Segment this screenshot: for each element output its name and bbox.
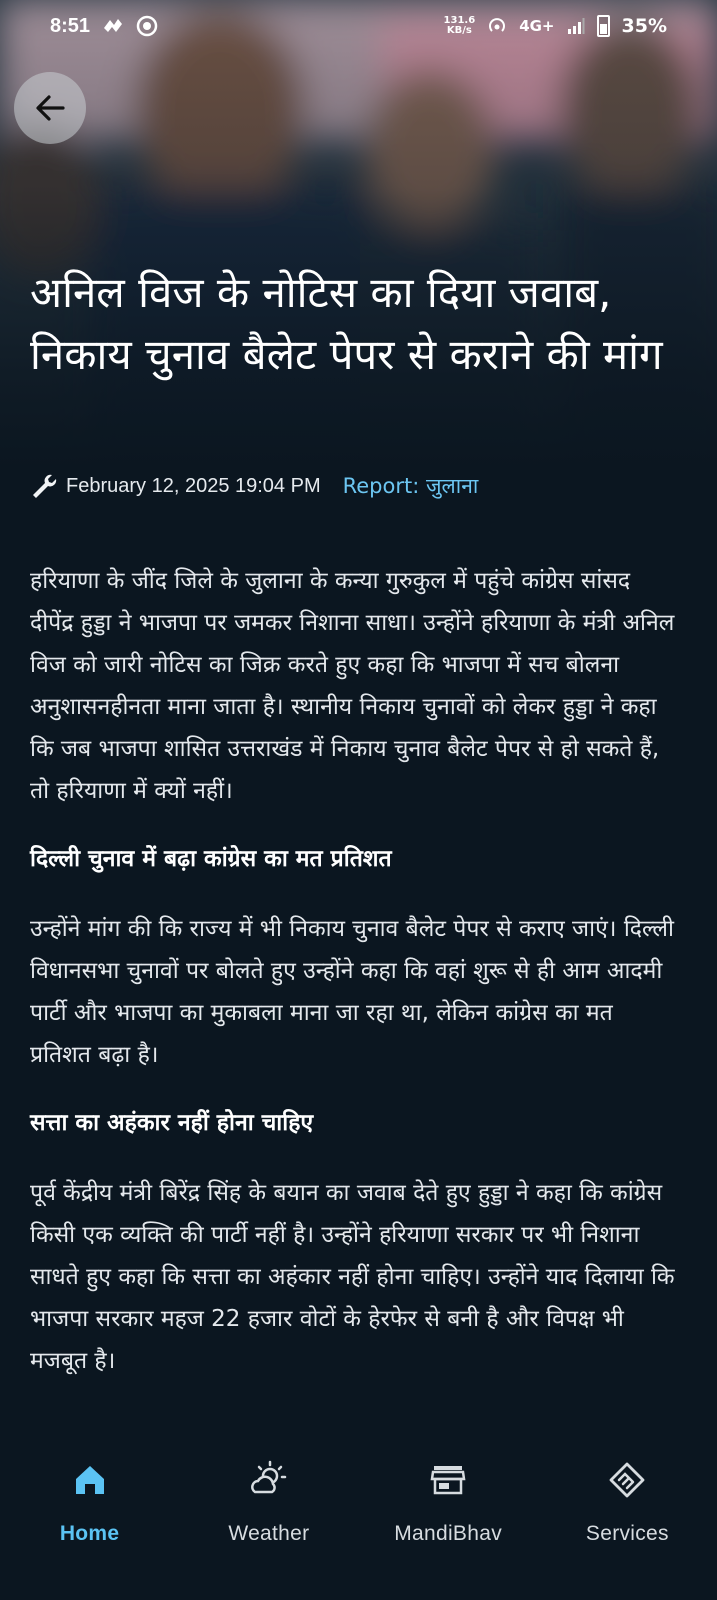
article-paragraph: पूर्व केंद्रीय मंत्री बिरेंद्र सिंह के ब… xyxy=(30,1180,675,1374)
report-location-link[interactable]: Report: जुलाना xyxy=(343,472,479,500)
battery-icon xyxy=(596,15,610,37)
store-icon xyxy=(430,1466,466,1495)
nav-weather[interactable]: Weather xyxy=(184,1458,354,1600)
status-bar: 8:51 131.6 KB/s 4G+ 35% xyxy=(0,0,717,52)
battery-percent: 35% xyxy=(621,15,667,37)
article-body: हरियाणा के जींद जिले के जुलाना के कन्या … xyxy=(30,560,680,1412)
nav-home[interactable]: Home xyxy=(5,1458,175,1600)
nav-mandibhav[interactable]: MandiBhav xyxy=(363,1458,533,1600)
arrow-left-icon xyxy=(36,95,65,121)
weather-icon xyxy=(250,1460,287,1494)
hotspot-icon xyxy=(489,18,506,32)
article-date: February 12, 2025 19:04 PM xyxy=(66,474,321,497)
article-paragraph: हरियाणा के जींद जिले के जुलाना के कन्या … xyxy=(30,568,675,804)
data-speed: 131.6 KB/s xyxy=(443,15,476,36)
chat-bubble-icon xyxy=(136,15,158,37)
article-subheading: दिल्ली चुनाव में बढ़ा कांग्रेस का मत प्र… xyxy=(30,846,392,872)
back-button[interactable] xyxy=(14,72,86,144)
article-meta: February 12, 2025 19:04 PM Report: जुलान… xyxy=(30,472,478,500)
nav-services[interactable]: Services xyxy=(542,1458,712,1600)
notification-icon xyxy=(104,19,123,32)
wrench-icon xyxy=(33,474,57,498)
home-icon xyxy=(75,1466,104,1494)
bottom-navigation: Home Weather MandiBhav Services xyxy=(0,1450,717,1600)
article-subheading: सत्ता का अहंकार नहीं होना चाहिए xyxy=(30,1110,314,1136)
signal-icon xyxy=(567,18,585,34)
network-type: 4G+ xyxy=(519,17,555,35)
handshake-icon xyxy=(609,1462,645,1498)
hero-image xyxy=(0,0,717,470)
status-time: 8:51 xyxy=(50,14,91,37)
article-paragraph: उन्होंने मांग की कि राज्य में भी निकाय च… xyxy=(30,916,674,1068)
article-headline: अनिल विज के नोटिस का दिया जवाब, निकाय चु… xyxy=(30,268,663,379)
